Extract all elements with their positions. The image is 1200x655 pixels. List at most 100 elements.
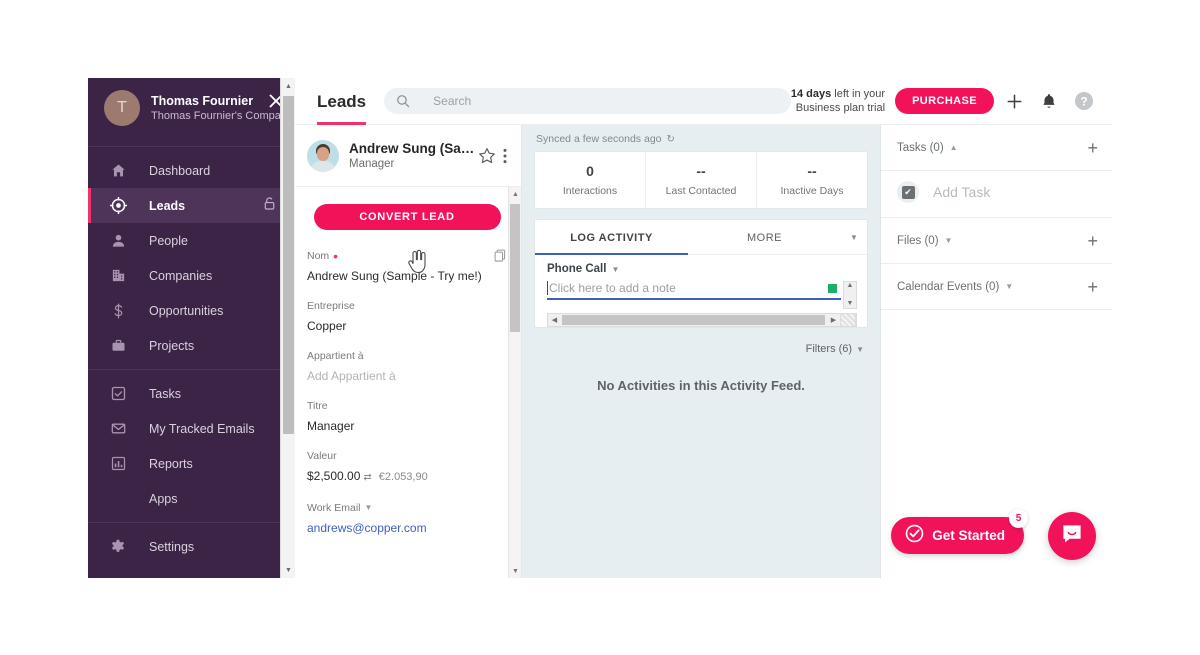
add-task-label: Add Task <box>933 184 991 200</box>
svg-text:?: ? <box>1080 95 1087 109</box>
plus-icon[interactable]: + <box>1087 139 1098 157</box>
stats-row: 0 Interactions -- Last Contacted -- Inac… <box>534 151 868 209</box>
check-square-icon: ✔ <box>897 181 919 203</box>
sidebar-item-companies[interactable]: Companies <box>88 258 295 293</box>
chevron-down-icon[interactable]: ▼ <box>945 236 953 245</box>
section-files: Files (0) ▼ + <box>881 218 1112 264</box>
search-placeholder: Search <box>433 94 472 108</box>
lead-detail-panel: Andrew Sung (Sa… Manager CONVERT LEAD No… <box>295 125 522 578</box>
chat-button[interactable] <box>1048 512 1096 560</box>
sidebar-item-dashboard[interactable]: Dashboard <box>88 153 295 188</box>
briefcase-icon <box>107 335 129 357</box>
scroll-down-icon[interactable]: ▼ <box>281 562 295 578</box>
note-vertical-scrollbar[interactable]: ▲ ▼ <box>843 281 857 309</box>
sidebar-item-opportunities[interactable]: Opportunities <box>88 293 295 328</box>
field-value[interactable]: Manager <box>307 417 507 435</box>
related-panel: Tasks (0) ▲ + ✔ Add Task Files (0) ▼ + C… <box>881 125 1112 578</box>
note-hscroll-thumb[interactable] <box>562 315 825 325</box>
refresh-icon[interactable]: ↻ <box>667 134 675 145</box>
sidebar-item-label: Projects <box>149 338 195 353</box>
filters-button[interactable]: Filters (6) ▼ <box>534 328 868 355</box>
scroll-down-icon[interactable]: ▼ <box>509 564 521 578</box>
stat-last-contacted: -- Last Contacted <box>646 152 757 208</box>
get-started-button[interactable]: Get Started 5 <box>891 509 1028 554</box>
sidebar-item-apps[interactable]: Apps <box>88 481 295 516</box>
more-vertical-icon[interactable] <box>497 148 513 164</box>
field-label: Titre <box>307 400 328 412</box>
sidebar-item-label: Tasks <box>149 386 181 401</box>
field-label: Nom <box>307 250 330 262</box>
field-value[interactable]: Add Appartient à <box>307 367 507 385</box>
sidebar-item-projects[interactable]: Projects <box>88 328 295 363</box>
chevron-up-icon[interactable]: ▲ <box>950 143 958 152</box>
envelope-icon <box>107 418 129 440</box>
sidebar-user-avatar: T <box>104 90 140 126</box>
field-value[interactable]: Andrew Sung (Sample - Try me!) <box>307 267 507 285</box>
activity-feed-panel: Synced a few seconds ago ↻ 0 Interaction… <box>522 125 881 578</box>
sidebar-scrollbar[interactable]: ▲ ▼ <box>280 78 295 578</box>
search-input[interactable]: Search <box>384 88 791 114</box>
plus-icon[interactable]: + <box>1087 278 1098 296</box>
page-title[interactable]: Leads <box>317 78 367 125</box>
bell-icon[interactable] <box>1034 86 1064 116</box>
field-value[interactable]: Copper <box>307 317 507 335</box>
field-nom: Nom • Andrew Sung (Sample - Try me!) <box>307 249 507 285</box>
chevron-down-icon[interactable]: ▼ <box>364 501 372 515</box>
field-value[interactable]: $2,500.00 <box>307 469 360 483</box>
sidebar-item-settings[interactable]: Settings <box>88 529 295 564</box>
activity-type-selector[interactable]: Phone Call ▼ <box>547 263 857 275</box>
content-body: Andrew Sung (Sa… Manager CONVERT LEAD No… <box>295 125 1112 578</box>
stat-label: Interactions <box>562 185 618 197</box>
lock-icon[interactable] <box>264 196 275 215</box>
chevron-down-icon[interactable]: ▼ <box>841 220 867 254</box>
star-icon[interactable] <box>477 147 497 165</box>
sidebar-item-people[interactable]: People <box>88 223 295 258</box>
field-value-converted: €2.053,90 <box>378 471 428 483</box>
sidebar-item-label: Settings <box>149 539 195 554</box>
avatar <box>307 139 339 172</box>
tab-more[interactable]: MORE <box>688 220 841 254</box>
plus-icon[interactable]: + <box>1087 232 1098 250</box>
sidebar-divider-top <box>88 146 295 147</box>
sidebar-user-block[interactable]: T Thomas Fournier Thomas Fournier's Comp… <box>88 78 295 140</box>
sidebar-divider-mid <box>88 369 295 370</box>
sidebar-divider-bottom <box>88 522 295 523</box>
sidebar-item-my-tracked-emails[interactable]: My Tracked Emails <box>88 411 295 446</box>
plus-icon[interactable] <box>999 86 1029 116</box>
scroll-up-icon[interactable]: ▲ <box>509 187 521 201</box>
field-value[interactable]: andrews@copper.com <box>307 519 507 537</box>
add-task-row[interactable]: ✔ Add Task <box>881 171 1112 218</box>
purchase-button[interactable]: PURCHASE <box>895 88 994 114</box>
help-icon[interactable]: ? <box>1069 86 1099 116</box>
scroll-up-icon[interactable]: ▲ <box>847 282 854 290</box>
scroll-down-icon[interactable]: ▼ <box>847 300 854 308</box>
chevron-down-icon[interactable]: ▼ <box>1005 282 1013 291</box>
convert-lead-button[interactable]: CONVERT LEAD <box>313 204 501 230</box>
note-horizontal-scrollbar[interactable]: ◀ ▶ <box>547 313 857 327</box>
sidebar-item-label: My Tracked Emails <box>149 421 255 436</box>
sidebar-item-label: Opportunities <box>149 303 224 318</box>
lead-detail-scroll-thumb[interactable] <box>510 204 520 332</box>
field-titre: Titre Manager <box>307 399 507 435</box>
section-tasks: Tasks (0) ▲ + <box>881 125 1112 171</box>
sidebar-item-reports[interactable]: Reports <box>88 446 295 481</box>
main-area: Leads Search 14 days left in your Busine… <box>295 78 1112 578</box>
text-caret <box>547 281 548 295</box>
currency-swap-icon[interactable]: ⇄ <box>363 472 371 483</box>
sidebar-item-tasks[interactable]: Tasks <box>88 376 295 411</box>
scroll-up-icon[interactable]: ▲ <box>281 78 295 94</box>
tab-log-activity[interactable]: LOG ACTIVITY <box>535 220 688 255</box>
note-input[interactable]: Click here to add a note <box>547 281 841 300</box>
crm-app-window: T Thomas Fournier Thomas Fournier's Comp… <box>88 78 1112 578</box>
scroll-left-icon[interactable]: ◀ <box>548 316 561 324</box>
scroll-right-icon[interactable]: ▶ <box>827 316 840 324</box>
resize-handle[interactable] <box>828 283 837 293</box>
trial-notice: 14 days left in your Business plan trial <box>791 87 885 115</box>
top-header-actions: 14 days left in your Business plan trial… <box>791 86 1099 116</box>
sidebar-item-leads[interactable]: Leads <box>88 188 295 223</box>
sidebar-scroll-thumb[interactable] <box>283 96 294 434</box>
lead-detail-scrollbar[interactable]: ▲ ▼ <box>508 187 521 578</box>
stat-inactive-days: -- Inactive Days <box>757 152 867 208</box>
copy-icon[interactable] <box>494 249 507 267</box>
section-title: Calendar Events (0) <box>897 280 1000 293</box>
